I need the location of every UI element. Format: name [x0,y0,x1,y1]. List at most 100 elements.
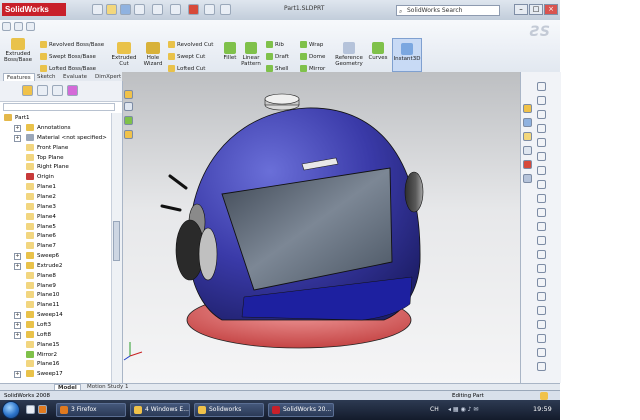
tab-dimxpert[interactable]: DimXpert [92,73,124,81]
view-palette-icon[interactable] [523,160,532,169]
dock-icon[interactable] [2,22,11,31]
rebuild-icon[interactable] [170,4,181,15]
tree-scrollbar[interactable] [111,113,122,383]
feature-tree-icon[interactable] [22,85,33,96]
solidworks-logo[interactable]: SolidWorks [2,3,66,16]
smart-dimension-icon[interactable] [14,22,23,31]
instant3d-button[interactable]: Instant3D [392,38,422,72]
spline-tool-icon[interactable] [537,152,546,161]
mirror-entities-icon[interactable] [537,208,546,217]
tree-item[interactable]: + Extrude2 [14,261,62,271]
wrap-button[interactable]: Wrap [300,41,323,48]
tree-root[interactable]: Part1 [4,113,30,123]
search-input[interactable]: ⌕ SolidWorks Search [396,5,500,16]
expand-icon[interactable]: + [14,322,21,329]
sketch-icon[interactable] [26,22,35,31]
graphics-area[interactable] [122,72,520,383]
tree-item[interactable]: + Material <not specified> [14,133,107,143]
search-results-icon[interactable] [523,146,532,155]
configuration-manager-icon[interactable] [52,85,63,96]
options-icon[interactable] [204,4,215,15]
rotate-entities-icon[interactable] [537,278,546,287]
expand-icon[interactable]: + [14,125,21,132]
tree-item[interactable]: + Sweep6 [14,251,59,261]
tree-filter-input[interactable] [3,103,115,111]
trim-tool-icon[interactable] [537,180,546,189]
show-desktop-icon[interactable] [26,405,35,414]
tree-item[interactable]: Plane4 [26,212,56,222]
grid-icon[interactable] [537,320,546,329]
tree-item[interactable]: Plane5 [26,222,56,232]
tree-item[interactable]: Right Plane [26,162,69,172]
move-entities-icon[interactable] [537,264,546,273]
tree-item[interactable]: Plane1 [26,182,56,192]
expand-icon[interactable]: + [14,312,21,320]
expand-icon[interactable]: + [14,262,21,270]
tree-item[interactable]: Plane10 [26,290,59,300]
construction-geometry-icon[interactable] [537,362,546,371]
minimize-icon[interactable]: – [514,4,528,15]
copy-entities-icon[interactable] [537,292,546,301]
lofted-cut-button[interactable]: Lofted Cut [168,65,205,72]
task-pane-home-icon[interactable] [523,104,532,113]
tree-item[interactable]: + Loft3 [14,320,51,330]
taskbar-item[interactable]: 4 Windows E... [130,403,190,417]
tree-item[interactable]: + Sweep14 [14,310,63,320]
expand-icon[interactable]: + [14,371,21,379]
lofted-boss-button[interactable]: Lofted Boss/Base [40,65,96,72]
design-library-icon[interactable] [523,118,532,127]
centerline-icon[interactable] [537,348,546,357]
display-manager-icon[interactable] [67,85,78,96]
tree-item[interactable]: Origin [26,172,54,182]
tree-item[interactable]: Top Plane [26,153,64,163]
close-icon[interactable]: × [544,4,558,15]
tree-item[interactable]: Plane6 [26,231,56,241]
pattern-tool-icon[interactable] [537,222,546,231]
curves-button[interactable]: Curves [367,42,389,61]
taskbar-item[interactable]: SolidWorks 20... [268,403,334,417]
extruded-boss-button[interactable]: Extruded Boss/Base [3,38,33,63]
offset-tool-icon[interactable] [537,194,546,203]
print-icon[interactable] [134,4,145,15]
tree-item[interactable]: Plane11 [26,300,59,310]
open-icon[interactable] [106,4,117,15]
scrollbar-thumb[interactable] [113,221,120,261]
quicklaunch-firefox-icon[interactable] [38,405,47,414]
point-tool-icon[interactable] [537,166,546,175]
draft-button[interactable]: Draft [266,53,289,60]
hole-wizard-button[interactable]: Hole Wizard [140,42,166,67]
language-indicator[interactable]: CH [430,406,439,413]
tree-item[interactable]: + Annotations [14,123,71,133]
undo-icon[interactable] [152,4,163,15]
circle-tool-icon[interactable] [537,124,546,133]
mirror-button[interactable]: Mirror [300,65,325,72]
dome-button[interactable]: Dome [300,53,325,60]
model-3d-view[interactable] [122,72,520,383]
clock[interactable]: 19:59 [533,405,552,413]
tree-item[interactable]: Plane9 [26,281,56,291]
tree-item[interactable]: Plane7 [26,241,56,251]
taskbar-item[interactable]: Solidworks [194,403,264,417]
relations-icon[interactable] [537,236,546,245]
tree-item[interactable]: Plane3 [26,202,56,212]
start-button-icon[interactable] [2,401,20,419]
file-explorer-icon[interactable] [523,132,532,141]
traffic-light-icon[interactable] [188,4,199,15]
fillet-button[interactable]: Fillet [220,42,240,61]
maximize-icon[interactable]: □ [529,4,543,15]
revolved-cut-button[interactable]: Revolved Cut [168,41,213,48]
tree-item[interactable]: + Loft8 [14,330,51,340]
expand-icon[interactable]: + [14,331,21,339]
select-icon[interactable] [220,4,231,15]
text-tool-icon[interactable] [537,334,546,343]
expand-icon[interactable]: + [14,253,21,261]
tree-item[interactable]: + Sweep17 [14,369,63,379]
shell-button[interactable]: Shell [266,65,288,72]
revolved-boss-button[interactable]: Revolved Boss/Base [40,41,104,48]
scale-entities-icon[interactable] [537,306,546,315]
arc-tool-icon[interactable] [537,138,546,147]
tab-sketch[interactable]: Sketch [34,73,59,81]
line-tool-icon[interactable] [537,96,546,105]
swept-cut-button[interactable]: Swept Cut [168,53,205,60]
expand-icon[interactable]: + [14,134,21,142]
